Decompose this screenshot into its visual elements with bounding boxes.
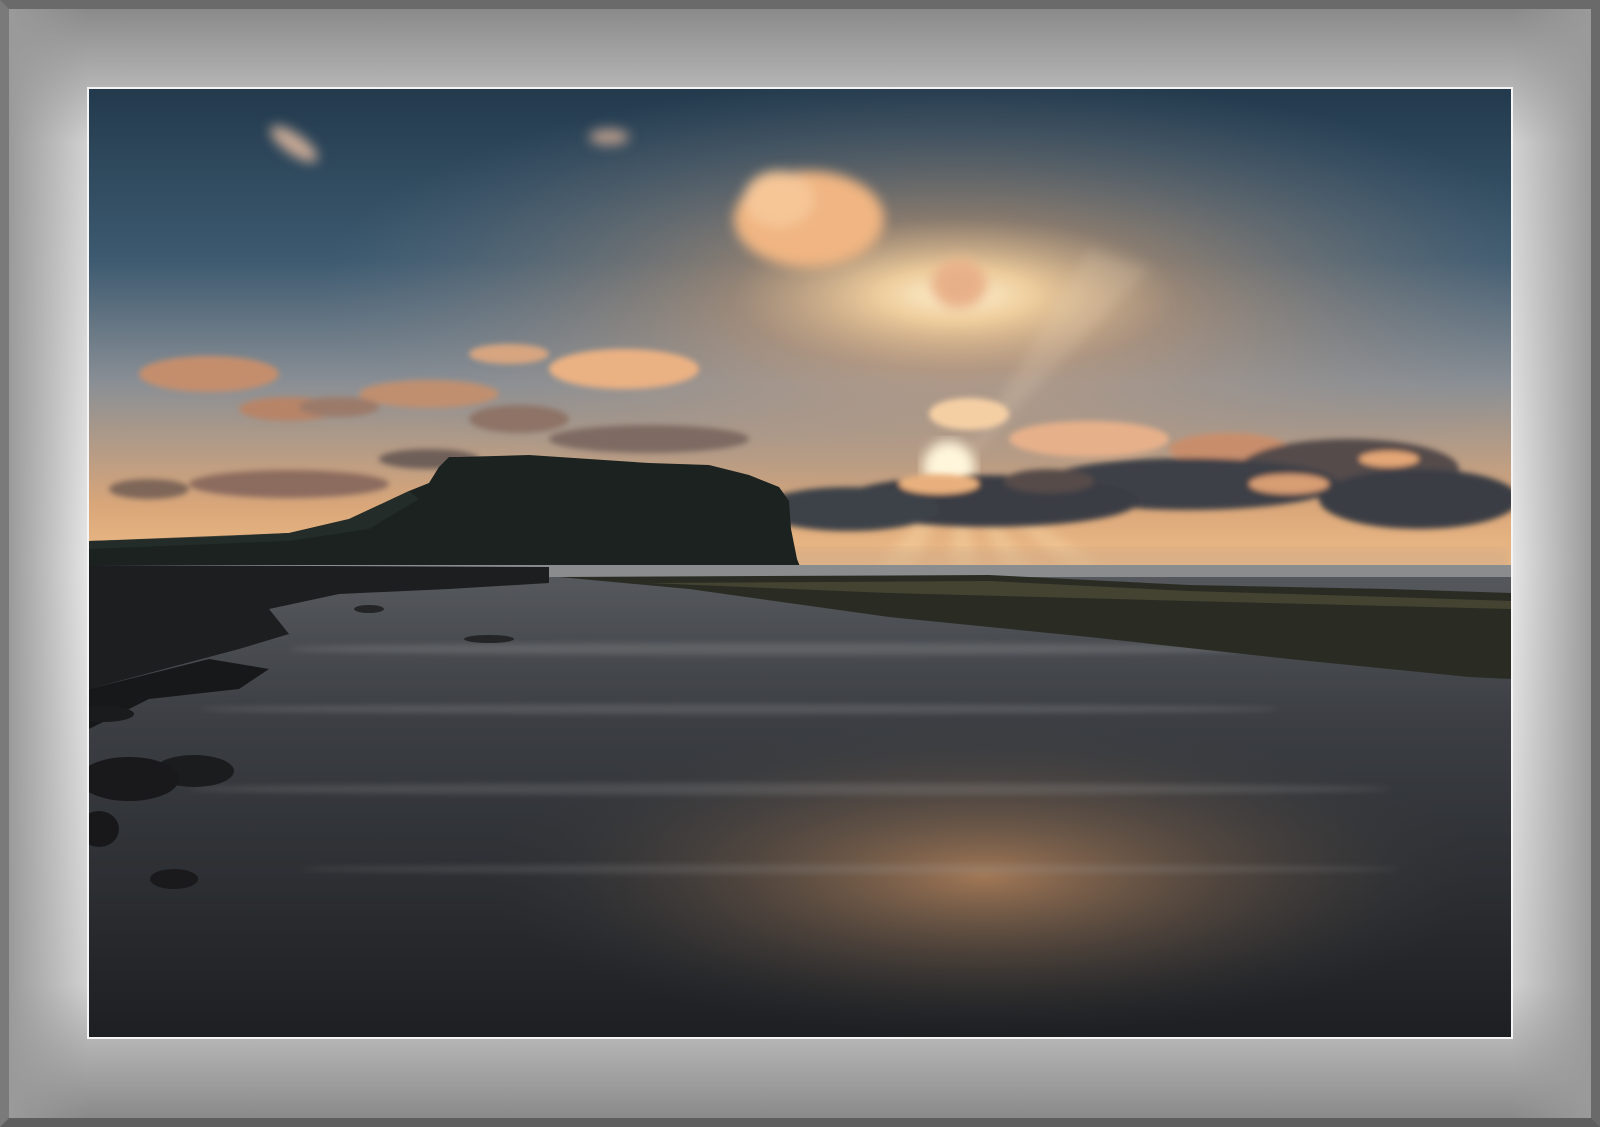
frame-bevel-left [9,9,89,1118]
frame-bevel-right [1511,9,1591,1118]
rock [150,869,198,889]
sunset-photo-svg [89,89,1511,1037]
rock [464,635,514,643]
sunset-photo [89,89,1511,1037]
rock [354,605,384,613]
